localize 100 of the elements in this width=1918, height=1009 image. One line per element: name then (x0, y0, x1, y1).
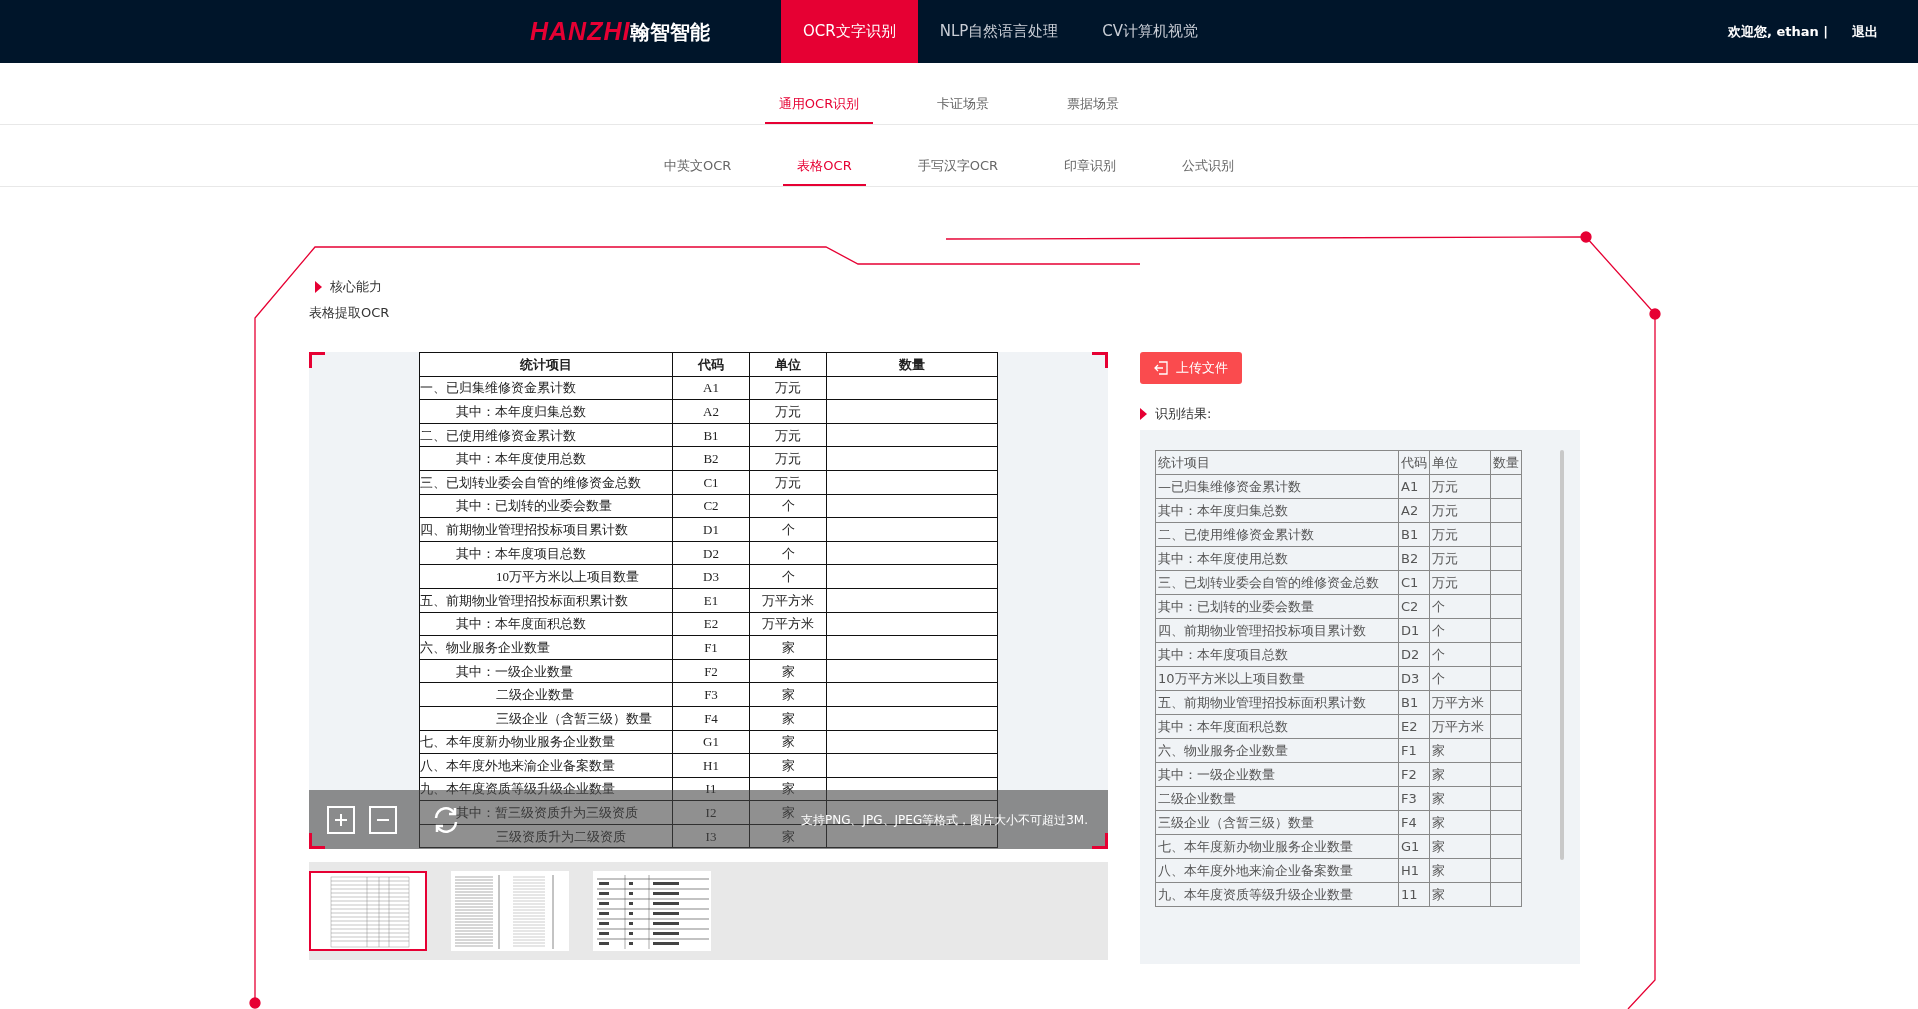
table-cell: 二、已使用维修资金累计数 (1155, 522, 1399, 546)
nav-tab[interactable]: CV计算机视觉 (1080, 0, 1221, 63)
zoom-in-icon[interactable] (327, 805, 355, 834)
table-cell: B2 (672, 446, 750, 471)
table-cell: 家 (1429, 762, 1491, 786)
table-cell: H1 (672, 753, 750, 778)
table-cell: D3 (1398, 666, 1430, 690)
table-cell: D1 (1398, 618, 1430, 642)
table-cell: C2 (672, 494, 750, 518)
section-title: 核心能力 (330, 278, 382, 296)
table-cell: 三级资质升为二级资质 (419, 824, 673, 848)
corner-mark (309, 352, 325, 368)
table-cell: 三级企业（含暂三级）数量 (1155, 810, 1399, 834)
table-cell: 家 (749, 659, 827, 683)
table-cell: 六、物业服务企业数量 (419, 635, 673, 660)
table-cell: 三、已划转业委会自管的维修资金总数 (419, 470, 673, 495)
table-cell: E1 (672, 588, 750, 613)
table-cell: 家 (1429, 738, 1491, 762)
upload-button[interactable]: 上传文件 (1140, 352, 1242, 384)
table-cell: E2 (1398, 714, 1430, 738)
table-cell: 八、本年度外地来渝企业备案数量 (419, 753, 673, 778)
table-cell: F4 (1398, 810, 1430, 834)
triangle-icon (315, 280, 322, 293)
scrollbar[interactable] (1560, 449, 1564, 860)
nav-tab[interactable]: OCR文字识别 (781, 0, 918, 63)
zoom-out-icon[interactable] (369, 805, 397, 834)
table-cell: 二级企业数量 (419, 682, 673, 707)
table-cell: 万平方米 (1429, 714, 1491, 738)
result-title: 识别结果: (1155, 405, 1212, 423)
table-cell: 11 (1398, 882, 1430, 906)
type-tab[interactable]: 手写汉字OCR (903, 125, 1012, 186)
table-cell: —已归集维修资金累计数 (1155, 474, 1399, 498)
table-header-cell: 统计项目 (1155, 450, 1399, 474)
table-header-cell: 统计项目 (419, 352, 673, 377)
table-cell: 家 (749, 753, 827, 778)
table-cell: 家 (1429, 786, 1491, 810)
table-cell: 万平方米 (749, 588, 827, 613)
table-cell: 其中：本年度面积总数 (419, 612, 673, 636)
table-cell: 个 (1429, 618, 1491, 642)
table-cell: 其中：一级企业数量 (419, 659, 673, 683)
table-cell: D2 (1398, 642, 1430, 666)
table-cell: 个 (749, 517, 827, 542)
table-cell: 万元 (749, 399, 827, 424)
table-cell: H1 (1398, 858, 1430, 882)
table-cell: 个 (749, 541, 827, 565)
table-cell: 其中：本年度项目总数 (419, 541, 673, 565)
table-cell: C1 (1398, 570, 1430, 594)
thumbnail[interactable] (593, 871, 711, 951)
type-tab[interactable]: 表格OCR (783, 125, 866, 186)
table-cell: 三、已划转业委会自管的维修资金总数 (1155, 570, 1399, 594)
table-cell: 其中：本年度使用总数 (419, 446, 673, 471)
table-cell: 二、已使用维修资金累计数 (419, 423, 673, 447)
table-cell: 家 (749, 682, 827, 707)
table-cell: 四、前期物业管理招投标项目累计数 (1155, 618, 1399, 642)
type-tab[interactable]: 印章识别 (1050, 125, 1130, 186)
table-cell: I3 (672, 824, 750, 848)
table-header-cell: 数量 (826, 352, 998, 377)
corner-mark (1092, 352, 1108, 368)
table-cell: 其中：暂三级资质升为三级资质 (419, 800, 673, 825)
table-cell: F4 (672, 706, 750, 730)
table-cell: 万元 (1429, 474, 1491, 498)
table-cell: 八、本年度外地来渝企业备案数量 (1155, 858, 1399, 882)
thumbnail[interactable] (309, 871, 427, 951)
table-cell: F3 (1398, 786, 1430, 810)
table-cell: 五、前期物业管理招投标面积累计数 (419, 588, 673, 613)
table-cell: 其中：已划转的业委会数量 (419, 494, 673, 518)
thumbnail[interactable] (451, 871, 569, 951)
type-tab[interactable]: 中英文OCR (650, 125, 746, 186)
table-cell: 万元 (1429, 546, 1491, 570)
table-cell: 10万平方米以上项目数量 (419, 564, 673, 589)
table-cell: E2 (672, 612, 750, 636)
table-cell: 家 (749, 635, 827, 660)
table-cell: 其中：已划转的业委会数量 (1155, 594, 1399, 618)
logout-link[interactable]: 退出 (1852, 21, 1878, 42)
scene-tab[interactable]: 票据场景 (1053, 63, 1134, 124)
table-cell: A2 (672, 399, 750, 424)
table-cell: 其中：本年度面积总数 (1155, 714, 1399, 738)
table-header-cell: 数量 (1490, 450, 1522, 474)
table-cell: 家 (749, 777, 827, 801)
table-cell: 万元 (1429, 570, 1491, 594)
table-cell: 其中：一级企业数量 (1155, 762, 1399, 786)
table-cell: 六、物业服务企业数量 (1155, 738, 1399, 762)
nav-tab[interactable]: NLP自然语言处理 (917, 0, 1081, 63)
triangle-icon (1140, 407, 1147, 420)
table-cell: A1 (672, 376, 750, 400)
scene-tab[interactable]: 卡证场景 (923, 63, 1004, 124)
type-tab[interactable]: 公式识别 (1168, 125, 1248, 186)
table-cell: 个 (1429, 642, 1491, 666)
table-cell: A1 (1398, 474, 1430, 498)
table-cell: A2 (1398, 498, 1430, 522)
table-cell: 七、本年度新办物业服务企业数量 (419, 730, 673, 754)
table-cell: F2 (672, 659, 750, 683)
brand-name: 翰智智能 (630, 18, 711, 46)
table-cell: 万元 (749, 423, 827, 447)
table-cell: F1 (1398, 738, 1430, 762)
table-cell: 10万平方米以上项目数量 (1155, 666, 1399, 690)
table-cell: B2 (1398, 546, 1430, 570)
table-cell: F2 (1398, 762, 1430, 786)
table-cell: 三级企业（含暂三级）数量 (419, 706, 673, 730)
table-cell: 个 (749, 564, 827, 589)
